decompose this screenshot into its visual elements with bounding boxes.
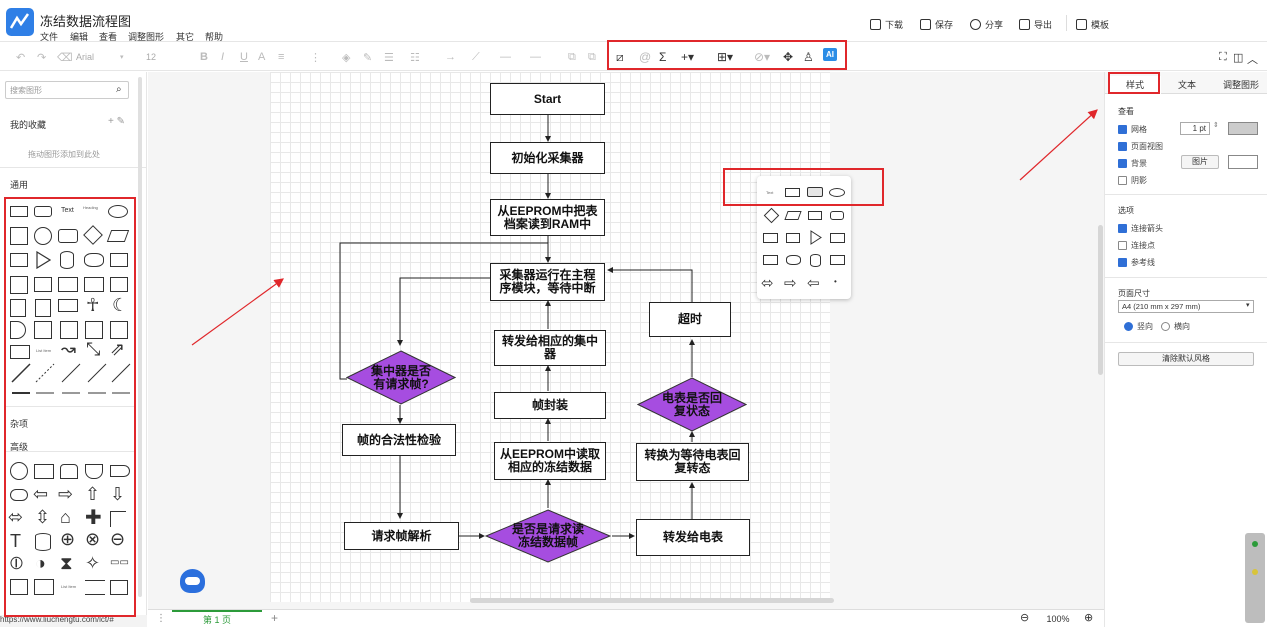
- main-loop-node[interactable]: 采集器运行在主程序模块，等待中断: [490, 263, 605, 301]
- popup-step[interactable]: [763, 233, 778, 243]
- connect-arrows-checkbox[interactable]: 连接箭头: [1118, 223, 1163, 234]
- grid-size-input[interactable]: 1 pt: [1180, 122, 1210, 135]
- tab-arrange[interactable]: 调整图形: [1215, 76, 1267, 94]
- guides-checkbox[interactable]: 参考线: [1118, 257, 1155, 268]
- popup-tape[interactable]: [763, 255, 778, 265]
- to-meter-node[interactable]: 转发给电表: [636, 519, 750, 556]
- landscape-radio[interactable]: 横向: [1161, 321, 1190, 332]
- style-tab-highlight: [1108, 72, 1160, 94]
- page-menu-icon[interactable]: ⋮: [156, 613, 166, 624]
- popup-right-arrow[interactable]: ⇨: [784, 274, 797, 292]
- popup-hexagon[interactable]: [830, 211, 844, 220]
- legality-node[interactable]: 帧的合法性检验: [342, 424, 456, 456]
- popup-triangle[interactable]: [810, 230, 822, 245]
- add-page-icon[interactable]: +: [271, 611, 278, 625]
- zoom-select[interactable]: 100%: [1038, 612, 1078, 626]
- image-button[interactable]: 图片: [1181, 155, 1219, 169]
- timeout-node[interactable]: 超时: [649, 302, 731, 337]
- start-node[interactable]: Start: [490, 83, 605, 115]
- format-panel: 样式 文本 调整图形 查看 网格 1 pt ⇕ 页面视图 背景 图片 阴影 选项…: [1104, 72, 1267, 627]
- popup-trapezoid[interactable]: [808, 211, 822, 220]
- meter-reply-label: 电表是否回复状态: [662, 390, 723, 418]
- zoom-out-icon[interactable]: ⊖: [1020, 611, 1029, 624]
- divider: [1105, 342, 1267, 343]
- has-request-label: 集中器是否有请求帧?: [371, 363, 432, 391]
- popup-diamond[interactable]: [763, 207, 780, 224]
- flowchart-connectors: [191, 109, 1098, 539]
- popup-point[interactable]: •: [834, 277, 837, 286]
- divider: [1105, 194, 1267, 195]
- zoom-in-icon[interactable]: ⊕: [1084, 611, 1093, 624]
- clear-style-button[interactable]: 清除默认风格: [1118, 352, 1254, 366]
- connect-points-checkbox[interactable]: 连接点: [1118, 240, 1155, 251]
- page-view-checkbox[interactable]: 页面视图: [1118, 141, 1163, 152]
- popup-callout[interactable]: [830, 233, 845, 243]
- shadow-checkbox[interactable]: 阴影: [1118, 175, 1147, 186]
- is-freeze-label: 是否是请求读冻结数据帧: [511, 522, 584, 549]
- wait-meter-node[interactable]: 转换为等待电表回复转态: [636, 443, 749, 481]
- popup-highlight-box: [723, 168, 884, 206]
- eeprom-load-node[interactable]: 从EEPROM中把表档案读到RAM中: [490, 199, 605, 236]
- popup-process[interactable]: [786, 233, 800, 243]
- portrait-radio[interactable]: 竖向: [1124, 321, 1153, 332]
- page-size-select[interactable]: A4 (210 mm x 297 mm): [1118, 300, 1254, 313]
- has-request-decision[interactable]: 集中器是否有请求帧?: [346, 350, 456, 405]
- init-node[interactable]: 初始化采集器: [490, 142, 605, 174]
- frame-pack-node[interactable]: 帧封装: [494, 392, 606, 419]
- popup-parallelogram[interactable]: [784, 211, 802, 220]
- assistant-robot-icon[interactable]: [180, 569, 205, 593]
- vertical-scrollbar[interactable]: [1098, 225, 1103, 375]
- popup-cylinder[interactable]: [810, 254, 821, 267]
- popup-cloud[interactable]: [786, 255, 801, 265]
- stepper-icon[interactable]: ⇕: [1213, 121, 1219, 129]
- page-size-title: 页面尺寸: [1118, 289, 1150, 298]
- background-color-swatch[interactable]: [1228, 155, 1258, 169]
- options-section-title: 选项: [1118, 206, 1134, 215]
- is-freeze-decision[interactable]: 是否是请求读冻结数据帧: [485, 509, 611, 563]
- page-tab-1[interactable]: 第 1 页: [172, 610, 262, 628]
- tab-text[interactable]: 文本: [1161, 76, 1213, 94]
- parse-node[interactable]: 请求帧解析: [344, 522, 459, 550]
- view-section-title: 查看: [1118, 107, 1134, 116]
- grid-color-swatch[interactable]: [1228, 122, 1258, 135]
- page-tab-bar: ⋮ 第 1 页 + ⊖ 100% ⊕: [148, 609, 1104, 628]
- divider: [1105, 277, 1267, 278]
- horizontal-scrollbar[interactable]: [470, 598, 834, 603]
- forward-node[interactable]: 转发给相应的集中器: [494, 330, 606, 366]
- meter-reply-decision[interactable]: 电表是否回复状态: [637, 377, 747, 432]
- eeprom-read-node[interactable]: 从EEPROM中读取相应的冻结数据: [494, 442, 606, 480]
- background-checkbox[interactable]: 背景: [1118, 158, 1147, 169]
- grid-checkbox[interactable]: 网格: [1118, 124, 1147, 135]
- status-widget: [1245, 533, 1265, 623]
- chevron-down-icon: ▾: [1246, 302, 1250, 309]
- popup-left-arrow[interactable]: ⇦: [807, 274, 820, 292]
- popup-speech[interactable]: [830, 255, 845, 265]
- popup-double-arrow[interactable]: ⬄: [761, 274, 774, 292]
